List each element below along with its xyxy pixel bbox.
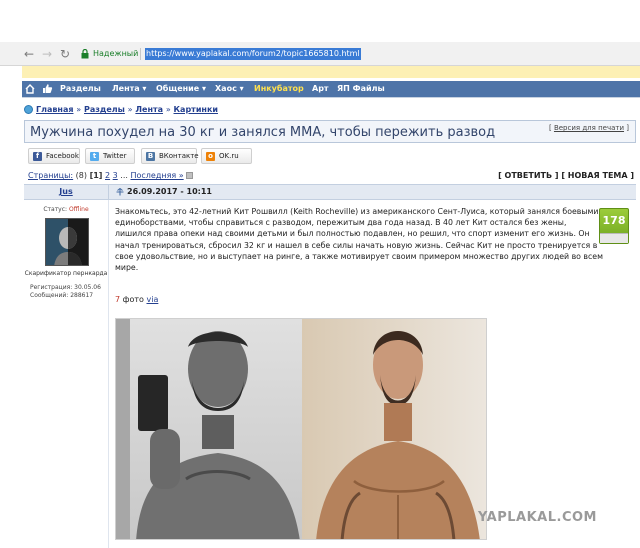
breadcrumb-home[interactable]: Главная <box>36 105 73 114</box>
breadcrumb-feed[interactable]: Лента <box>135 105 163 114</box>
nav-item-chat[interactable]: Общение ▾ <box>156 83 206 95</box>
vk-icon: B <box>146 152 155 161</box>
print-version-link[interactable]: Версия для печати <box>554 124 624 132</box>
site-banner <box>22 66 640 78</box>
share-facebook-label: Facebook <box>46 152 79 160</box>
topic-title-bar: Мужчина похудел на 30 кг и занялся ММА, … <box>24 120 636 143</box>
pages-ellipsis: ... <box>120 171 128 180</box>
arrow-left-icon[interactable]: ← <box>24 47 34 61</box>
post-image[interactable] <box>115 318 487 540</box>
post-header: Jus 26.09.2017 - 10:11 <box>24 184 636 200</box>
browser-address-bar: ← → ↻ Надежный https://www.yaplakal.com/… <box>0 42 640 66</box>
status-value: Offline <box>68 206 89 213</box>
author-stats: Регистрация: 30.05.06 Сообщений: 288617 <box>30 284 101 300</box>
ok-icon: o <box>206 152 215 161</box>
share-facebook-button[interactable]: f Facebook <box>28 148 80 164</box>
author-rank: Скарификатор пернкарда <box>24 270 108 277</box>
secure-label: Надежный <box>93 49 139 58</box>
page-link-last[interactable]: Последняя » <box>130 171 183 180</box>
topic-actions: [ ОТВЕТИТЬ ] [ НОВАЯ ТЕМА ] <box>498 170 634 181</box>
watermark: YAPLAKAL.COM <box>478 510 597 525</box>
page-link-2[interactable]: 2 <box>105 171 110 180</box>
nav-item-feed[interactable]: Лента ▾ <box>112 83 146 95</box>
print-version: [ Версия для печати ] <box>549 124 629 132</box>
pages-count: (8) <box>75 171 88 180</box>
home-icon[interactable] <box>25 84 35 94</box>
photo-count: 7 <box>115 295 121 304</box>
author-status: Статус: Offline <box>24 206 108 213</box>
pagination: Страницы: (8) [1] 2 3 ... Последняя » <box>28 170 194 181</box>
share-vk-button[interactable]: B ВКонтакте <box>141 148 199 164</box>
author-panel: Статус: Offline Скарификатор пернкарда Р… <box>24 200 109 548</box>
breadcrumb-separator: » <box>127 105 133 114</box>
new-topic-button[interactable]: [ НОВАЯ ТЕМА ] <box>561 171 634 180</box>
post-author[interactable]: Jus <box>24 185 108 199</box>
nav-item-chaos[interactable]: Хаос ▾ <box>215 83 244 95</box>
reply-button[interactable]: [ ОТВЕТИТЬ ] <box>498 171 558 180</box>
thumbs-up-icon[interactable] <box>42 83 53 94</box>
nav-item-files[interactable]: ЯП Файлы <box>337 83 385 95</box>
share-ok-label: OK.ru <box>219 152 239 160</box>
share-ok-button[interactable]: o OK.ru <box>201 148 252 164</box>
avatar[interactable] <box>45 218 89 266</box>
registration-date: Регистрация: 30.05.06 <box>30 284 101 291</box>
facebook-icon: f <box>33 152 42 161</box>
breadcrumb-sections[interactable]: Разделы <box>84 105 125 114</box>
rating-vote-bar[interactable] <box>600 233 628 243</box>
post-date: 26.09.2017 - 10:11 <box>127 187 212 196</box>
url-field[interactable]: https://www.yaplakal.com/forum2/topic166… <box>145 48 361 60</box>
lock-icon <box>81 49 89 59</box>
url-divider <box>140 48 141 60</box>
page-title: Мужчина похудел на 30 кг и занялся ММА, … <box>30 125 496 140</box>
nav-item-sections[interactable]: Разделы <box>60 83 101 95</box>
twitter-icon: t <box>90 152 99 161</box>
breadcrumb: Главная » Разделы » Лента » Картинки <box>36 104 218 115</box>
page-link-3[interactable]: 3 <box>113 171 118 180</box>
share-vk-label: ВКонтакте <box>159 152 199 160</box>
rating-value: 178 <box>602 214 626 227</box>
post-link-icon[interactable] <box>116 188 124 196</box>
nav-item-art[interactable]: Арт <box>312 83 329 95</box>
post-header-divider <box>108 185 109 199</box>
breadcrumb-separator: » <box>76 105 82 114</box>
post-rating[interactable]: 178 <box>599 208 629 244</box>
print-bracket-close: ] <box>626 124 629 132</box>
arrow-right-icon[interactable]: → <box>42 47 52 61</box>
reload-icon[interactable]: ↻ <box>60 47 70 61</box>
share-twitter-label: Twitter <box>103 152 127 160</box>
page-current: [1] <box>89 171 103 180</box>
photo-source: 7 фото via <box>115 294 158 305</box>
message-count: Сообщений: 288617 <box>30 292 94 299</box>
before-after-photo <box>116 319 486 539</box>
breadcrumb-icon <box>24 105 33 114</box>
status-label: Статус: <box>43 206 68 213</box>
page-jump-icon[interactable] <box>186 172 194 179</box>
print-bracket-open: [ <box>548 124 552 132</box>
breadcrumb-separator: » <box>165 105 171 114</box>
nav-item-incubator[interactable]: Инкубатор <box>254 83 304 95</box>
pages-label[interactable]: Страницы: <box>28 171 73 180</box>
browser-tab-strip <box>0 0 640 42</box>
share-twitter-button[interactable]: t Twitter <box>85 148 135 164</box>
site-nav-bar: Разделы Лента ▾ Общение ▾ Хаос ▾ Инкубат… <box>22 81 640 97</box>
avatar-image <box>46 219 88 265</box>
breadcrumb-pictures[interactable]: Картинки <box>174 105 218 114</box>
post-body: Знакомьтесь, это 42-летний Кит Рошвилл (… <box>115 207 603 273</box>
photo-word: фото <box>122 295 144 304</box>
via-link[interactable]: via <box>146 295 158 304</box>
nav-divider <box>22 97 640 98</box>
